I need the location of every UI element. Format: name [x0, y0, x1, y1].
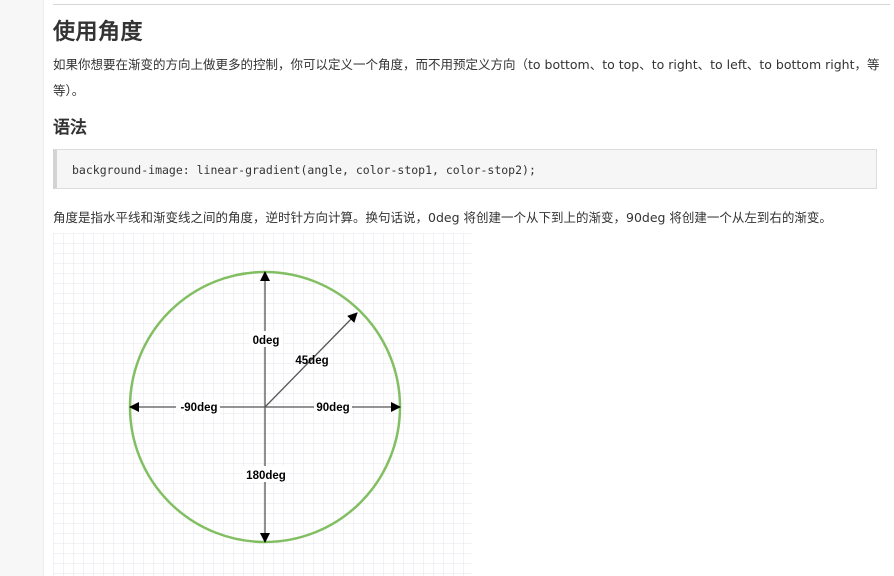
intro-paragraph: 如果你想要在渐变的方向上做更多的控制，你可以定义一个角度，而不用预定义方向（to… [53, 57, 880, 98]
label-neg90deg: -90deg [180, 402, 217, 414]
page-title: 使用角度 [53, 20, 144, 45]
top-divider [53, 4, 890, 5]
angle-description: 角度是指水平线和渐变线之间的角度，逆时针方向计算。换句话说，0deg 将创建一个… [53, 210, 832, 225]
grid-background [53, 233, 472, 576]
label-0deg: 0deg [253, 335, 280, 347]
angle-diagram-svg: 0deg 45deg -90deg 90deg 180deg [53, 233, 472, 576]
label-90deg: 90deg [316, 402, 349, 414]
syntax-heading: 语法 [53, 118, 87, 138]
left-gutter [0, 0, 44, 576]
article-content: 使用角度 如果你想要在渐变的方向上做更多的控制，你可以定义一个角度，而不用预定义… [43, 0, 894, 576]
label-45deg: 45deg [295, 355, 328, 367]
label-180deg: 180deg [246, 470, 286, 482]
code-block: background-image: linear-gradient(angle,… [53, 149, 877, 189]
angle-diagram: 0deg 45deg -90deg 90deg 180deg [53, 233, 472, 576]
